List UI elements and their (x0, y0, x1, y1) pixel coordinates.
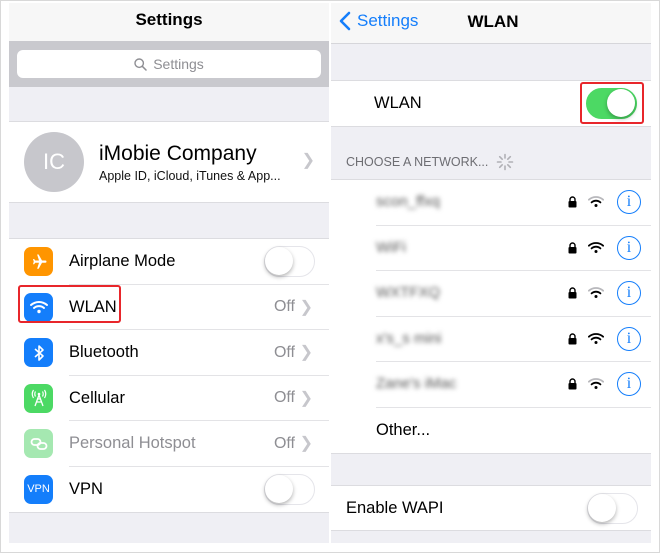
wlan-toggle-label: WLAN (374, 94, 422, 112)
search-bar: Settings (9, 41, 329, 87)
network-info-button[interactable]: i (617, 235, 641, 260)
wlan-toggle-highlight-box (580, 82, 644, 124)
wlan-screen: Settings WLAN WLAN CHOOSE A NETWORK... s… (331, 3, 651, 543)
loading-spinner-icon (497, 153, 514, 171)
network-row[interactable]: WXTFXQ i (331, 271, 651, 317)
wifi-signal-icon (588, 196, 604, 208)
lock-icon (568, 287, 577, 299)
wifi-signal-icon (588, 287, 604, 299)
profile-subtitle: Apple ID, iCloud, iTunes & App... (99, 169, 281, 183)
vpn-icon: VPN (24, 474, 53, 504)
network-name: x's_s mini (376, 329, 442, 347)
chevron-right-icon: ❯ (299, 298, 313, 316)
other-network-label: Other... (376, 420, 431, 439)
connectivity-settings-group: Airplane Mode WLAN Off ❯ Bluetooth Off ❯ (9, 238, 329, 513)
bluetooth-status-value: Off (273, 343, 295, 361)
wifi-signal-icon (588, 241, 604, 253)
hotspot-status-value: Off (273, 434, 295, 452)
other-network-row[interactable]: Other... (331, 408, 651, 454)
toggle-knob (265, 474, 293, 503)
network-list: scon_ffxq i WiFi i WXTFXQ i x's_s mini i (331, 179, 651, 454)
settings-row-label: VPN (69, 479, 103, 498)
network-info-button[interactable]: i (617, 281, 641, 305)
settings-row-bluetooth[interactable]: Bluetooth Off ❯ (9, 330, 329, 376)
settings-row-vpn[interactable]: VPN VPN (9, 467, 329, 513)
chevron-right-icon: ❯ (301, 152, 315, 169)
toggle-knob (588, 494, 616, 522)
hotspot-link-icon (24, 429, 53, 458)
settings-navbar: Settings (9, 3, 329, 41)
settings-row-personal-hotspot[interactable]: Personal Hotspot Off ❯ (9, 421, 329, 467)
lock-icon (568, 196, 577, 208)
wlan-status-value: Off (273, 298, 295, 316)
lock-icon (568, 332, 577, 344)
toggle-knob (265, 247, 293, 275)
settings-row-label: Bluetooth (69, 343, 139, 362)
settings-row-airplane-mode[interactable]: Airplane Mode (9, 239, 329, 285)
choose-network-header: CHOOSE A NETWORK... (346, 153, 514, 171)
page-title: Settings (135, 10, 203, 29)
wifi-signal-icon (588, 332, 604, 344)
settings-row-label: Cellular (69, 388, 125, 407)
network-row[interactable]: Zane's iMac i (331, 362, 651, 408)
wlan-navbar: Settings WLAN (331, 3, 651, 44)
settings-screen: Settings Settings IC iMobie Company Appl… (9, 3, 329, 543)
network-name: WiFi (376, 238, 406, 256)
network-info-button[interactable]: i (617, 190, 641, 214)
network-row[interactable]: x's_s mini i (331, 317, 651, 362)
search-placeholder: Settings (153, 56, 204, 72)
avatar: IC (24, 132, 84, 192)
network-row[interactable]: scon_ffxq i (331, 180, 651, 226)
enable-wapi-label: Enable WAPI (346, 499, 444, 517)
chevron-right-icon: ❯ (299, 435, 313, 452)
page-title: WLAN (467, 12, 519, 31)
profile-name: iMobie Company (99, 142, 257, 165)
chevron-right-icon: ❯ (299, 389, 313, 407)
network-name: Zane's iMac (376, 375, 457, 392)
settings-row-label: Personal Hotspot (69, 434, 196, 453)
network-info-button[interactable]: i (617, 372, 641, 396)
enable-wapi-toggle[interactable] (587, 493, 638, 524)
search-icon (134, 57, 147, 71)
apple-id-profile-row[interactable]: IC iMobie Company Apple ID, iCloud, iTun… (9, 121, 329, 203)
lock-icon (568, 241, 577, 253)
network-name: WXTFXQ (376, 284, 441, 301)
bluetooth-icon (24, 338, 53, 367)
airplane-mode-toggle[interactable] (264, 246, 315, 277)
cellular-status-value: Off (273, 389, 295, 407)
settings-row-label: Airplane Mode (69, 252, 176, 271)
settings-row-cellular[interactable]: Cellular Off ❯ (9, 376, 329, 421)
vpn-toggle[interactable] (264, 473, 315, 505)
network-info-button[interactable]: i (617, 326, 641, 351)
wifi-signal-icon (588, 378, 604, 390)
network-row[interactable]: WiFi i (331, 226, 651, 271)
lock-icon (568, 378, 577, 390)
search-input[interactable]: Settings (17, 50, 321, 78)
section-header-label: CHOOSE A NETWORK... (346, 155, 489, 169)
enable-wapi-row: Enable WAPI (331, 485, 651, 531)
network-name: scon_ffxq (376, 193, 440, 210)
cellular-antenna-icon (24, 383, 53, 413)
wlan-highlight-box (18, 285, 121, 323)
airplane-icon (24, 247, 53, 276)
chevron-right-icon: ❯ (299, 344, 313, 361)
